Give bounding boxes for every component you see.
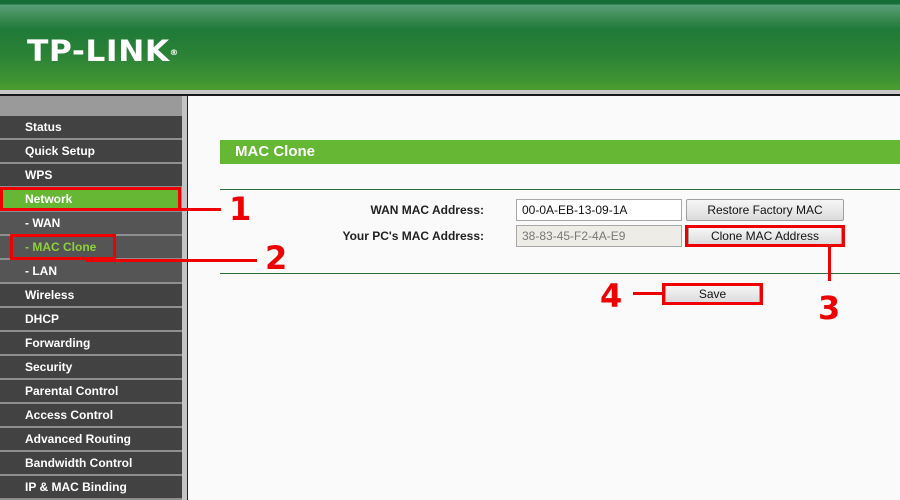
sidebar-item-wps[interactable]: WPS [0,164,182,188]
sidebar-item-network[interactable]: Network [0,188,182,212]
sidebar-item-wan[interactable]: - WAN [0,212,182,236]
sidebar-item-security[interactable]: Security [0,356,182,380]
header-banner: TP-LINK® [0,0,900,92]
clone-mac-address-button[interactable]: Clone MAC Address [688,227,842,245]
annotation-number-4: 4 [600,277,623,315]
sidebar-item-bandwidth-control[interactable]: Bandwidth Control [0,452,182,476]
divider-top [220,189,900,190]
annotation-line-3 [828,247,831,281]
page-title: MAC Clone [220,140,900,164]
sidebar-item-access-control[interactable]: Access Control [0,404,182,428]
divider-bottom [220,273,900,274]
wan-mac-input[interactable]: 00-0A-EB-13-09-1A [516,199,682,221]
tplink-logo: TP-LINK® [27,36,179,66]
annotation-line-2 [86,259,257,262]
pc-mac-input: 38-83-45-F2-4A-E9 [516,225,682,247]
sidebar-item-mac-clone[interactable]: - MAC Clone [0,236,182,260]
pc-mac-label: Your PC's MAC Address: [342,229,484,243]
registered-mark: ® [169,48,179,57]
annotation-line-1 [181,208,221,211]
annotation-number-1: 1 [229,190,252,228]
sidebar-item-forwarding[interactable]: Forwarding [0,332,182,356]
sidebar-item-lan[interactable]: - LAN [0,260,182,284]
wan-mac-label: WAN MAC Address: [370,203,484,217]
annotation-line-4 [633,292,663,295]
annotation-number-2: 2 [265,239,288,277]
sidebar-item-parental-control[interactable]: Parental Control [0,380,182,404]
sidebar-item-ip-mac-binding[interactable]: IP & MAC Binding [0,476,182,500]
sidebar-menu: Status Quick Setup WPS Network - WAN - M… [0,116,182,500]
router-admin-page: TP-LINK® Status Quick Setup WPS Network … [0,0,900,500]
content-border [187,96,188,500]
sidebar-item-advanced-routing[interactable]: Advanced Routing [0,428,182,452]
sidebar-item-status[interactable]: Status [0,116,182,140]
logo-text: TP-LINK [27,34,170,68]
sidebar-item-wireless[interactable]: Wireless [0,284,182,308]
sidebar-item-quick-setup[interactable]: Quick Setup [0,140,182,164]
restore-factory-mac-button[interactable]: Restore Factory MAC [686,199,844,221]
save-button[interactable]: Save [665,285,760,303]
annotation-number-3: 3 [818,289,841,327]
sidebar-item-dhcp[interactable]: DHCP [0,308,182,332]
